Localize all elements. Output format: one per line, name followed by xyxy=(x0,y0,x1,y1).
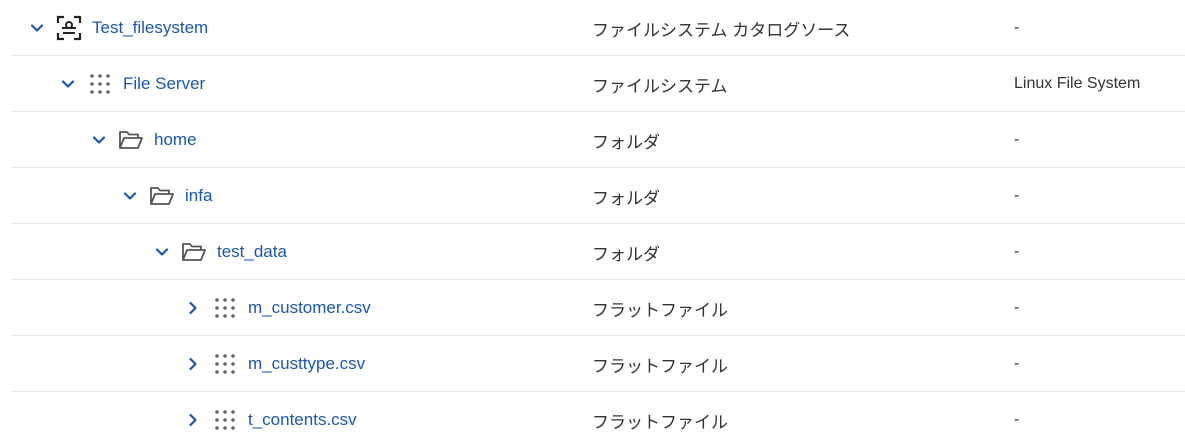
type-cell: フォルダ xyxy=(592,132,660,152)
chevron-down-icon[interactable] xyxy=(88,129,110,151)
type-cell: フラットファイル xyxy=(592,412,728,432)
type-cell: フラットファイル xyxy=(592,300,728,320)
name-cell: File Server xyxy=(57,56,205,112)
tree-row[interactable]: m_custtype.csv フラットファイル - xyxy=(13,336,1185,392)
folder-open-icon xyxy=(181,239,207,265)
subtype-cell: - xyxy=(1014,355,1020,372)
chevron-down-icon[interactable] xyxy=(26,17,48,39)
chevron-down-icon[interactable] xyxy=(57,73,79,95)
object-name-link[interactable]: infa xyxy=(185,186,212,206)
tree-row[interactable]: home フォルダ - xyxy=(13,112,1185,168)
object-name-link[interactable]: home xyxy=(154,130,197,150)
folder-open-icon xyxy=(149,183,175,209)
folder-open-icon xyxy=(118,127,144,153)
tree-row[interactable]: File Server ファイルシステム Linux File System xyxy=(13,56,1185,112)
object-name-link[interactable]: test_data xyxy=(217,242,287,262)
name-cell: m_customer.csv xyxy=(182,280,371,336)
subtype-cell: - xyxy=(1014,243,1020,260)
tree-row[interactable]: test_data フォルダ - xyxy=(13,224,1185,280)
subtype-cell: Linux File System xyxy=(1014,75,1141,92)
type-cell: ファイルシステム xyxy=(592,76,728,96)
name-cell: Test_filesystem xyxy=(26,0,208,56)
tree-row[interactable]: m_customer.csv フラットファイル - xyxy=(13,280,1185,336)
subtype-cell: - xyxy=(1014,187,1020,204)
grid-dots-icon xyxy=(212,295,238,321)
object-name-link[interactable]: File Server xyxy=(123,74,205,94)
name-cell: test_data xyxy=(151,224,287,280)
grid-dots-icon xyxy=(87,71,113,97)
subtype-cell: - xyxy=(1014,299,1020,316)
subtype-cell: - xyxy=(1014,411,1020,428)
object-name-link[interactable]: m_customer.csv xyxy=(248,298,371,318)
object-name-link[interactable]: m_custtype.csv xyxy=(248,354,365,374)
tree-row[interactable]: infa フォルダ - xyxy=(13,168,1185,224)
chevron-down-icon[interactable] xyxy=(119,185,141,207)
object-name-link[interactable]: Test_filesystem xyxy=(92,18,208,38)
type-cell: ファイルシステム カタログソース xyxy=(592,20,851,40)
name-cell: infa xyxy=(119,168,212,224)
name-cell: t_contents.csv xyxy=(182,392,357,448)
chevron-right-icon[interactable] xyxy=(182,353,204,375)
tree-row[interactable]: t_contents.csv フラットファイル - xyxy=(13,392,1185,448)
object-name-link[interactable]: t_contents.csv xyxy=(248,410,357,430)
tree-row[interactable]: Test_filesystem ファイルシステム カタログソース - xyxy=(13,0,1185,56)
grid-dots-icon xyxy=(212,351,238,377)
grid-dots-icon xyxy=(212,407,238,433)
chevron-down-icon[interactable] xyxy=(151,241,173,263)
type-cell: フラットファイル xyxy=(592,356,728,376)
subtype-cell: - xyxy=(1014,131,1020,148)
catalog-source-icon xyxy=(56,15,82,41)
subtype-cell: - xyxy=(1014,19,1020,36)
type-cell: フォルダ xyxy=(592,188,660,208)
name-cell: home xyxy=(88,112,197,168)
catalog-tree: Test_filesystem ファイルシステム カタログソース - File … xyxy=(13,0,1185,448)
chevron-right-icon[interactable] xyxy=(182,409,204,431)
name-cell: m_custtype.csv xyxy=(182,336,365,392)
type-cell: フォルダ xyxy=(592,244,660,264)
chevron-right-icon[interactable] xyxy=(182,297,204,319)
